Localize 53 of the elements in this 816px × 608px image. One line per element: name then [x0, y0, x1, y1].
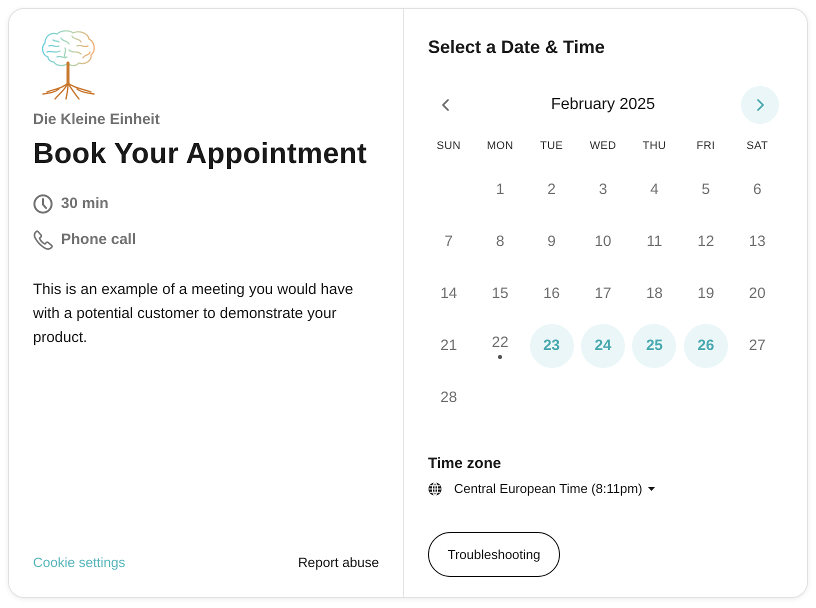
- page-title: Book Your Appointment: [33, 137, 367, 172]
- weekday-label: MON: [486, 139, 514, 154]
- date-label: 2: [547, 181, 556, 199]
- report-abuse-link[interactable]: Report abuse: [298, 554, 379, 572]
- weekday-label: FRI: [696, 139, 716, 154]
- date-label: 1: [496, 181, 504, 199]
- time-zone-dropdown[interactable]: Central European Time (8:11pm): [428, 480, 656, 498]
- date-label: 6: [753, 181, 762, 199]
- meeting-type-text: Phone call: [61, 230, 136, 250]
- brain-tree-logo: [39, 30, 97, 100]
- duration-text: 30 min: [61, 194, 109, 214]
- cookie-settings-link[interactable]: Cookie settings: [33, 554, 126, 572]
- date-label: 12: [698, 233, 714, 251]
- section-heading: Select a Date & Time: [428, 36, 605, 59]
- date-label: 14: [440, 285, 458, 303]
- troubleshooting-button[interactable]: Troubleshooting: [428, 532, 560, 577]
- globe-icon: [428, 482, 442, 496]
- description-text: This is an example of a meeting you would have with a potential customer to demonstrate your product.: [33, 280, 354, 348]
- date-button[interactable]: 25: [632, 324, 676, 368]
- date-label: 22: [492, 334, 508, 352]
- date-label: 5: [702, 181, 710, 199]
- weekday-label: THU: [642, 139, 668, 154]
- date-label: 15: [492, 285, 508, 303]
- weekday-label: SAT: [746, 139, 770, 154]
- date-label: 9: [547, 233, 556, 251]
- clock-icon: [33, 194, 53, 214]
- date-label: 19: [698, 285, 714, 303]
- date-label: 17: [594, 285, 612, 303]
- date-label: 3: [598, 181, 608, 199]
- next-month-button[interactable]: [741, 86, 779, 124]
- date-label: 21: [440, 337, 458, 355]
- weekday-label: WED: [588, 139, 618, 154]
- date-button[interactable]: 26: [684, 324, 728, 368]
- date-label: 4: [650, 181, 659, 199]
- date-label: 16: [543, 285, 560, 303]
- date-label: 8: [496, 233, 504, 251]
- caret-down-icon: [647, 486, 656, 492]
- organizer-name: Die Kleine Einheit: [33, 110, 160, 130]
- date-button[interactable]: 23: [530, 324, 574, 368]
- date-label: 18: [646, 285, 663, 303]
- weekday-label: TUE: [539, 139, 564, 154]
- date-label: 7: [444, 233, 453, 251]
- month-label: February 2025: [550, 95, 656, 115]
- phone-icon: [33, 230, 53, 250]
- date-label: 27: [748, 337, 766, 355]
- date-label: 13: [748, 233, 766, 251]
- date-label: 11: [646, 233, 662, 251]
- date-label: 20: [748, 285, 766, 303]
- date-label: 10: [594, 233, 612, 251]
- weekday-label: SUN: [436, 139, 462, 154]
- date-button[interactable]: 24: [580, 324, 625, 368]
- time-zone-label: Time zone: [428, 454, 502, 474]
- date-label: 28: [440, 389, 458, 407]
